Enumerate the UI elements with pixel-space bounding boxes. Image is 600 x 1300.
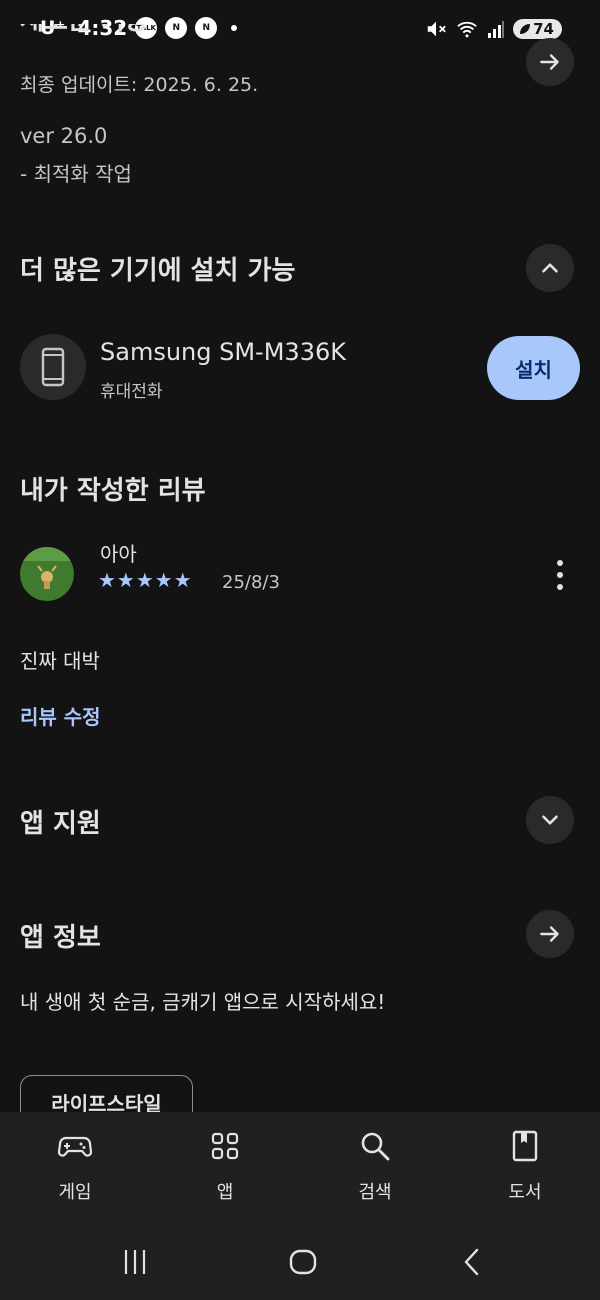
smartphone-icon — [41, 347, 65, 387]
avatar — [20, 547, 74, 601]
arrow-right-icon — [540, 54, 559, 70]
nav-item-books[interactable]: 도서 — [475, 1128, 575, 1204]
last-updated-text: 최종 업데이트: 2025. 6. 25. — [20, 74, 259, 96]
version-text: ver 26.0 — [20, 124, 108, 148]
app-description: 내 생애 첫 순금, 금캐기 앱으로 시작하세요! — [20, 990, 386, 1014]
nav-label-games: 게임 — [58, 1182, 92, 1203]
review-date: 25/8/3 — [222, 572, 280, 593]
whats-new-arrow-button[interactable] — [526, 38, 574, 86]
chevron-up-icon — [542, 263, 558, 273]
device-type: 휴대전화 — [100, 382, 163, 402]
home-icon — [289, 1249, 317, 1275]
book-icon — [512, 1130, 538, 1162]
app-detail-scroll[interactable]: 새로운 기능 최종 업데이트: 2025. 6. 25. ver 26.0 - … — [0, 0, 600, 1112]
bottom-navigation: 게임 앱 검색 도서 — [0, 1112, 600, 1224]
my-review-title: 내가 작성한 리뷰 — [20, 476, 206, 506]
chevron-down-icon — [542, 815, 558, 825]
recent-apps-button[interactable] — [115, 1244, 155, 1280]
expand-support-button[interactable] — [526, 796, 574, 844]
collapse-devices-button[interactable] — [526, 244, 574, 292]
device-name: Samsung SM-M336K — [100, 338, 346, 366]
phone-device-icon — [20, 334, 86, 400]
back-button[interactable] — [452, 1244, 492, 1280]
recent-apps-icon — [124, 1250, 146, 1274]
nav-label-search: 검색 — [358, 1182, 392, 1203]
app-info-arrow-button[interactable] — [526, 910, 574, 958]
app-support-title: 앱 지원 — [20, 809, 101, 839]
app-info-title: 앱 정보 — [20, 923, 101, 953]
changelog-text: - 최적화 작업 — [20, 162, 132, 186]
system-navigation-bar — [0, 1224, 600, 1300]
apps-grid-icon — [211, 1132, 239, 1160]
more-devices-title: 더 많은 기기에 설치 가능 — [20, 256, 296, 286]
reviewer-name: 아아 — [100, 542, 137, 566]
rating-stars: ★★★★★ — [98, 568, 193, 592]
edit-review-link[interactable]: 리뷰 수정 — [20, 701, 101, 730]
avatar-image — [20, 547, 74, 601]
search-icon — [361, 1132, 390, 1161]
install-button[interactable]: 설치 — [487, 336, 580, 400]
whats-new-title: 새로운 기능 — [20, 6, 149, 36]
back-icon — [464, 1248, 479, 1276]
nav-item-apps[interactable]: 앱 — [175, 1128, 275, 1204]
nav-label-books: 도서 — [508, 1182, 542, 1203]
category-chip[interactable]: 라이프스타일 — [20, 1075, 193, 1112]
nav-item-search[interactable]: 검색 — [325, 1128, 425, 1204]
more-options-icon[interactable] — [548, 560, 572, 590]
review-body: 진짜 대박 — [20, 649, 100, 673]
nav-label-apps: 앱 — [216, 1182, 234, 1203]
home-button[interactable] — [283, 1244, 323, 1280]
gamepad-icon — [57, 1136, 93, 1157]
arrow-right-icon — [540, 926, 559, 942]
nav-item-games[interactable]: 게임 — [25, 1128, 125, 1204]
